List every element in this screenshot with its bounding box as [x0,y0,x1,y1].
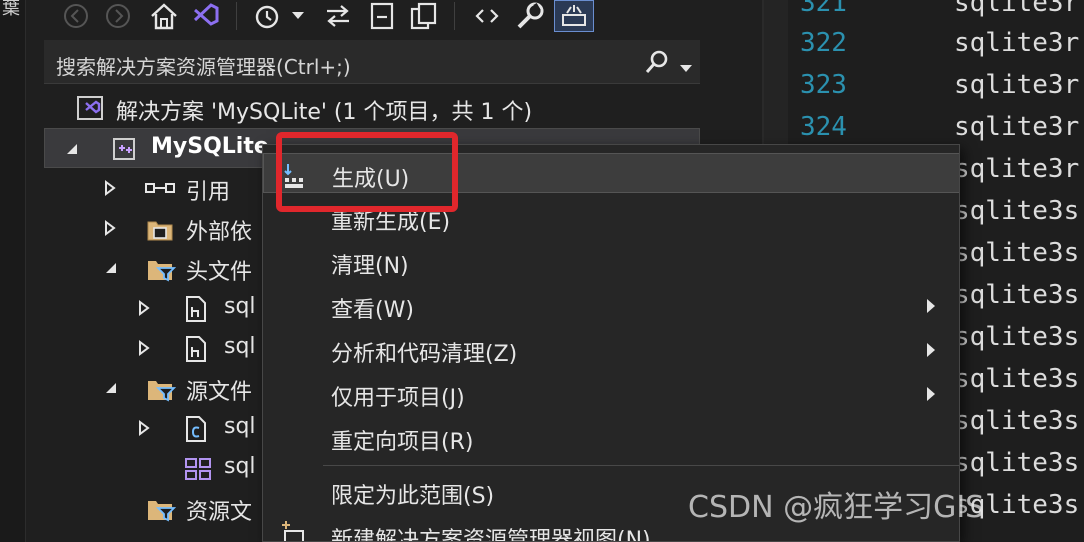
menu-item-project-only[interactable]: 仅用于项目(J) [263,373,959,413]
c-file-icon [184,415,208,447]
home-icon[interactable] [146,0,182,32]
external-deps-icon [146,216,174,246]
menu-item-label: 限定为此范围(S) [331,484,495,509]
annotation-highlight-box [276,132,458,212]
search-icon[interactable] [644,49,670,79]
header-file-icon [184,335,208,367]
back-icon[interactable] [60,0,92,32]
line-number: 324 [800,112,847,142]
code-line: sqlite3r [954,70,1080,100]
code-line: sqlite3s [954,448,1080,478]
expand-arrow-icon[interactable] [138,340,150,360]
expand-arrow-icon[interactable] [104,180,116,200]
search-box[interactable]: 搜索解决方案资源管理器(Ctrl+;) [44,40,700,84]
tree-item-label: 资源文 [186,500,253,525]
expand-arrow-icon[interactable] [104,220,116,240]
code-line: sqlite3r [954,154,1080,184]
submenu-arrow-icon [927,298,935,317]
code-line: sqlite3r [954,0,1080,18]
code-line: sqlite3s [954,406,1080,436]
tree-item-label: 源文件 [186,380,253,405]
tree-item-label: sql [224,334,256,359]
tree-item-label: 头文件 [186,260,253,285]
preview-icon[interactable] [554,0,594,32]
wrench-icon[interactable] [512,0,548,32]
tree-solution-row[interactable]: 解决方案 'MySQLite' (1 个项目，共 1 个) [44,88,700,128]
watermark: CSDN @疯狂学习GIS [688,490,985,525]
line-number: 322 [800,28,847,58]
code-line: sqlite3s [954,322,1080,352]
menu-item-retarget[interactable]: 重定向项目(R) [263,417,959,457]
expand-arrow-icon[interactable] [65,141,79,160]
line-number: 321 [800,0,847,18]
forward-icon[interactable] [102,0,134,32]
expand-arrow-icon[interactable] [104,380,118,399]
code-line: sqlite3r [954,112,1080,142]
menu-item-label: 重定向项目(R) [331,430,474,455]
def-file-icon [184,457,212,485]
menu-separator [323,465,959,466]
expand-arrow-icon[interactable] [104,260,118,279]
menu-item-clean[interactable]: 清理(N) [263,241,959,281]
menu-item-label: 仅用于项目(J) [331,386,465,411]
search-input[interactable]: 搜索解决方案资源管理器(Ctrl+;) [56,51,351,80]
tree-item-label: 引用 [186,180,231,205]
folder-filter-icon [146,376,177,406]
tree-item-label: sql [224,294,256,319]
new-view-icon [281,519,307,541]
expand-arrow-icon[interactable] [138,300,150,320]
tree-item-label: 外部依 [186,220,253,245]
menu-item-view[interactable]: 查看(W) [263,285,959,325]
tree-item-label: sql [224,414,256,439]
dropdown-icon[interactable] [288,0,308,32]
toolbar-separator [236,2,237,30]
header-file-icon [184,295,208,327]
folder-filter-icon [146,496,177,526]
menu-item-label: 查看(W) [331,298,414,323]
code-icon[interactable] [470,0,504,32]
toolbar-separator [454,2,455,30]
left-strip-glyph: 葉 [2,0,20,19]
code-line: sqlite3s [954,238,1080,268]
menu-item-analyze[interactable]: 分析和代码清理(Z) [263,329,959,369]
history-icon[interactable] [250,0,284,32]
menu-item-label: 清理(N) [331,254,409,279]
copy-icon[interactable] [406,0,442,32]
references-icon [144,180,178,200]
solution-label: 解决方案 'MySQLite' (1 个项目，共 1 个) [116,100,533,125]
project-label: MySQLite [151,134,269,159]
submenu-arrow-icon [927,342,935,361]
sync-icon[interactable] [320,0,356,32]
code-line: sqlite3s [954,196,1080,226]
solution-icon [76,95,104,125]
collapse-icon[interactable] [364,0,400,32]
submenu-arrow-icon [927,386,935,405]
project-icon [111,136,137,166]
folder-filter-icon [146,256,177,286]
tree-item-label: sql [224,454,256,479]
menu-item-label: 分析和代码清理(Z) [331,342,518,367]
code-line: sqlite3r [954,28,1080,58]
search-options-chevron-down-icon[interactable] [680,58,692,77]
code-line: sqlite3s [954,280,1080,310]
expand-arrow-icon[interactable] [138,420,150,440]
left-tool-strip: 葉 [0,0,26,542]
menu-item-label: 新建解决方案资源管理器视图(N) [331,528,651,542]
vs-icon[interactable] [188,0,224,32]
code-line: sqlite3s [954,364,1080,394]
solution-explorer-toolbar [44,0,704,40]
line-number: 323 [800,70,847,100]
